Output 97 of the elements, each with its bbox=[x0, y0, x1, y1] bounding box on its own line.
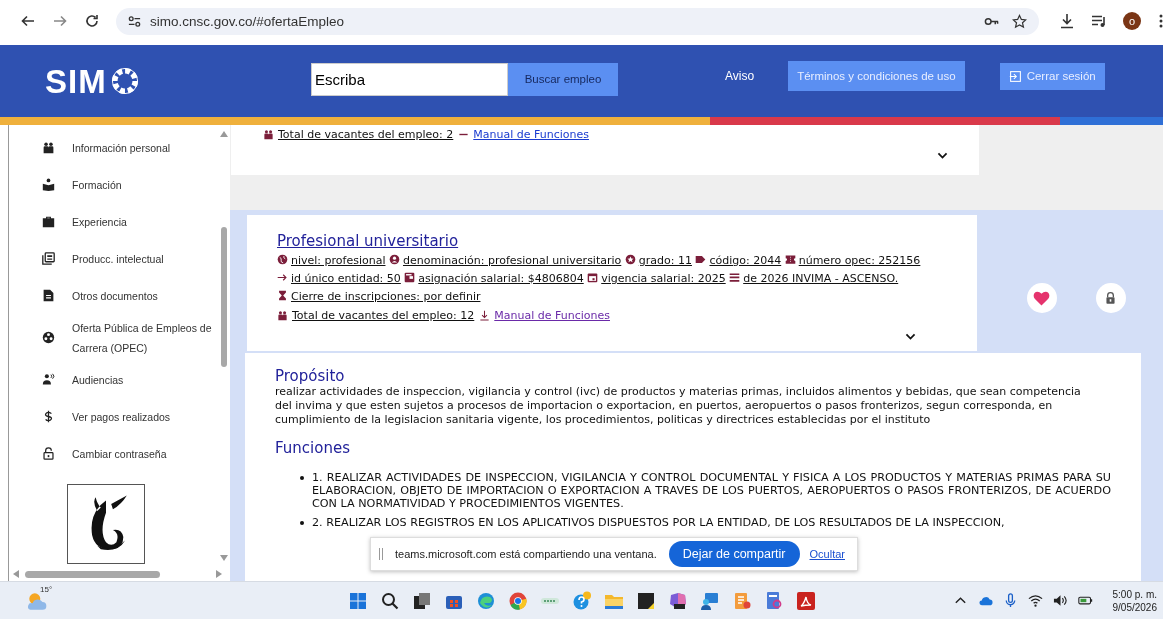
search-field[interactable]: Escriba bbox=[311, 62, 508, 96]
menu-item[interactable]: Formación bbox=[9, 166, 218, 203]
people-icon bbox=[263, 128, 274, 140]
star-icon bbox=[624, 254, 636, 265]
calendar-icon bbox=[587, 272, 599, 283]
bullet-icon bbox=[300, 521, 304, 525]
person-icon bbox=[389, 254, 400, 265]
manual-link[interactable]: Manual de Funciones bbox=[494, 308, 610, 322]
clock-time[interactable]: 5:00 p. m. bbox=[1112, 587, 1157, 601]
job-detail: id único entidad: 50 bbox=[291, 272, 401, 285]
menu-item[interactable]: Otros documentos bbox=[9, 277, 218, 314]
start-icon[interactable] bbox=[347, 590, 368, 611]
function-text: 1. REALIZAR ACTIVIDADES DE INSPECCION, VIGILANCIA Y CONTROL DOCUMENTAL Y FISICA A LOS PRODUCTOS Y MATERIAS PRIMAS PARA SU ELABORACION, OBJETO DE IMPORTACION O EXPORTACION A TRAVES DE LOS PUERTOS, AEROPUERTOS O PASOS FRONTERIZOS, DE ACUERDO CON LA NORMATIVIDAD Y PROCEDIMIENTOS VIGENTES. bbox=[312, 471, 1111, 510]
reel-icon bbox=[42, 331, 55, 344]
wheel-logo-icon bbox=[110, 67, 139, 95]
search-button[interactable]: Buscar empleo bbox=[508, 62, 618, 96]
document-stack-icon bbox=[42, 252, 55, 265]
sharing-message: teams.microsoft.com está compartiendo una ventana. bbox=[395, 548, 657, 560]
wallet-icon bbox=[404, 272, 416, 283]
note-icon[interactable] bbox=[635, 590, 656, 611]
job-detail: código: 2044 bbox=[709, 254, 782, 267]
menu-item[interactable]: Experiencia bbox=[9, 203, 218, 240]
lock-icon bbox=[42, 447, 55, 460]
section-heading: Funciones bbox=[275, 439, 351, 457]
lock-button[interactable] bbox=[1095, 283, 1126, 313]
wifi-icon[interactable] bbox=[1027, 593, 1043, 608]
weather-widget[interactable]: 15° bbox=[26, 585, 56, 612]
menu-item[interactable]: Ver pagos realizados bbox=[9, 398, 218, 435]
scroll-right-icon[interactable] bbox=[216, 570, 222, 578]
people-icon bbox=[277, 309, 288, 321]
address-bar[interactable]: simo.cnsc.gov.co/#ofertaEmpleo bbox=[116, 7, 1039, 35]
job-title-link[interactable]: Profesional universitario bbox=[277, 232, 459, 250]
job-detail: nivel: profesional bbox=[291, 254, 386, 267]
bullet-icon bbox=[300, 476, 304, 480]
browser-icon[interactable] bbox=[507, 590, 528, 611]
file-icon bbox=[42, 289, 55, 302]
site-settings-icon[interactable] bbox=[127, 13, 142, 29]
speaker-icon[interactable] bbox=[1052, 593, 1068, 608]
stop-sharing-button[interactable]: Dejar de compartir bbox=[668, 541, 800, 567]
person-screen-icon[interactable] bbox=[699, 590, 720, 611]
job-detail: grado: 11 bbox=[638, 254, 692, 267]
job-detail: asignación salarial: $4806804 bbox=[418, 272, 584, 285]
dollar-icon bbox=[42, 410, 55, 423]
swirl-icon[interactable] bbox=[475, 590, 496, 611]
profile-avatar[interactable]: o bbox=[1123, 12, 1141, 30]
bookmark-star-icon[interactable] bbox=[1012, 13, 1027, 29]
download-icon bbox=[479, 309, 491, 321]
job-detail: vigencia salarial: 2025 bbox=[601, 272, 726, 285]
url-text: simo.cnsc.gov.co/#ofertaEmpleo bbox=[150, 13, 346, 29]
briefcase-icon bbox=[42, 215, 55, 228]
job-detail: Cierre de inscripciones: por definir bbox=[291, 290, 481, 303]
download-icon[interactable] bbox=[1059, 13, 1075, 29]
exit-icon bbox=[1008, 69, 1022, 83]
list-icon bbox=[729, 272, 741, 283]
ticket-icon bbox=[784, 254, 796, 265]
function-text: 2. REALIZAR LOS REGISTROS EN LOS APLICATIVOS DISPUESTOS POR LA ENTIDAD, DE LOS RESULTADOS DE LA INSPECCION, bbox=[312, 516, 1005, 529]
people-icon bbox=[42, 141, 55, 154]
scroll-left-icon[interactable] bbox=[13, 570, 19, 578]
job-detail: de 2026 INVIMA - ASCENSO. bbox=[743, 272, 899, 285]
job-detail: denominación: profesional universitario bbox=[403, 254, 622, 267]
lock-icon bbox=[1104, 291, 1117, 305]
back-icon[interactable] bbox=[20, 13, 36, 29]
heart-icon bbox=[1033, 290, 1050, 306]
manual-link[interactable]: Manual de Funciones bbox=[473, 127, 589, 141]
scroll-up-icon[interactable] bbox=[220, 131, 228, 137]
purpose-text: realizar actividades de inspeccion, vigilancia y control (ivc) de productos y materias primas, incluidos alimentos y bebidas, que sean competencia del invima y que esten sujetos a procesos de importacion o exportacion, en puertos, aeropuertos o pasos fronterizos, segun corresponda, en cumplimiento de la legislacion sanitaria vigente, los procedimientos, politicas y directrices establecidas por el instituto bbox=[275, 385, 1082, 427]
task-view-icon[interactable] bbox=[411, 590, 432, 611]
menu-item[interactable]: Producc. intelectual bbox=[9, 240, 218, 277]
hide-link[interactable]: Ocultar bbox=[809, 548, 845, 560]
speaking-person-icon bbox=[42, 373, 55, 386]
media-controls-icon[interactable] bbox=[1091, 13, 1107, 29]
drag-handle-icon[interactable] bbox=[379, 548, 383, 560]
menu-icon[interactable] bbox=[1159, 13, 1163, 29]
globe-icon bbox=[277, 254, 288, 265]
reload-icon[interactable] bbox=[84, 13, 100, 29]
menu-item[interactable]: Cambiar contraseña bbox=[9, 435, 218, 472]
arrow-icon bbox=[277, 272, 288, 283]
menu-item[interactable]: Información personal bbox=[9, 129, 218, 166]
vacancies-text: Total de vacantes del empleo: 2 bbox=[278, 127, 454, 141]
pdf-icon[interactable] bbox=[795, 590, 816, 611]
hourglass-icon bbox=[277, 290, 288, 301]
help-bubble-icon[interactable] bbox=[571, 590, 592, 611]
tag-icon bbox=[695, 254, 707, 265]
reader-icon bbox=[42, 178, 55, 191]
logo-text: SIM bbox=[45, 64, 107, 98]
gem-icon[interactable] bbox=[667, 590, 688, 611]
favorite-button[interactable] bbox=[1026, 283, 1057, 313]
job-detail: número opec: 252156 bbox=[798, 254, 921, 267]
notice-link[interactable]: Aviso bbox=[725, 69, 755, 83]
vacancies-text: Total de vacantes del empleo: 12 bbox=[292, 308, 475, 322]
section-heading: Propósito bbox=[275, 367, 346, 385]
search-icon[interactable] bbox=[379, 590, 400, 611]
menu-item[interactable]: Audiencias bbox=[9, 361, 218, 398]
scroll-down-icon[interactable] bbox=[220, 555, 228, 561]
menu-item[interactable]: Oferta Pública de Empleos de Carrera (OPEC) bbox=[9, 314, 218, 361]
clock-date[interactable]: 9/05/2026 bbox=[1112, 600, 1157, 614]
forward-icon[interactable] bbox=[52, 13, 68, 29]
